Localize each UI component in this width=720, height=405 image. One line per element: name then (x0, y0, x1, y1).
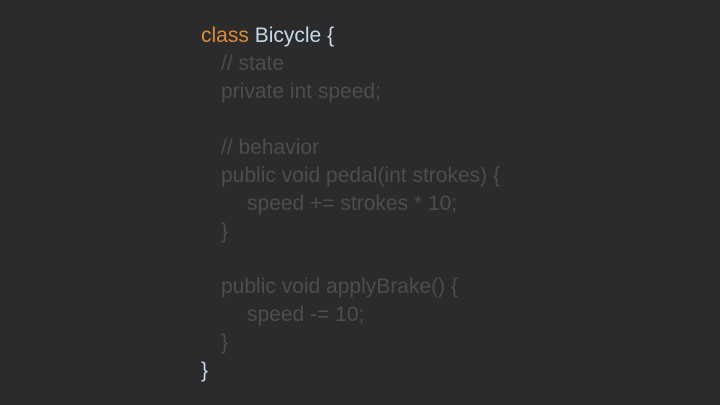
comment-state: // state (221, 52, 285, 75)
class-name: Bicycle (254, 24, 322, 47)
method-applybrake-body: speed -= 10; (247, 303, 365, 326)
class-close-brace: } (201, 359, 209, 382)
code-slide: class Bicycle { // state private int spe… (0, 0, 720, 405)
method-applybrake-close-brace: } (221, 331, 229, 354)
class-open-brace: { (327, 24, 335, 47)
comment-behavior: // behavior (221, 136, 320, 159)
method-pedal-signature: public void pedal(int strokes) { (221, 164, 500, 187)
class-keyword: class (201, 24, 249, 47)
field-declaration: private int speed; (221, 80, 381, 103)
method-pedal-body: speed += strokes * 10; (247, 192, 458, 215)
method-applybrake-signature: public void applyBrake() { (221, 275, 458, 298)
class-declaration-line: class Bicycle { (201, 22, 334, 50)
method-pedal-close-brace: } (221, 220, 229, 243)
